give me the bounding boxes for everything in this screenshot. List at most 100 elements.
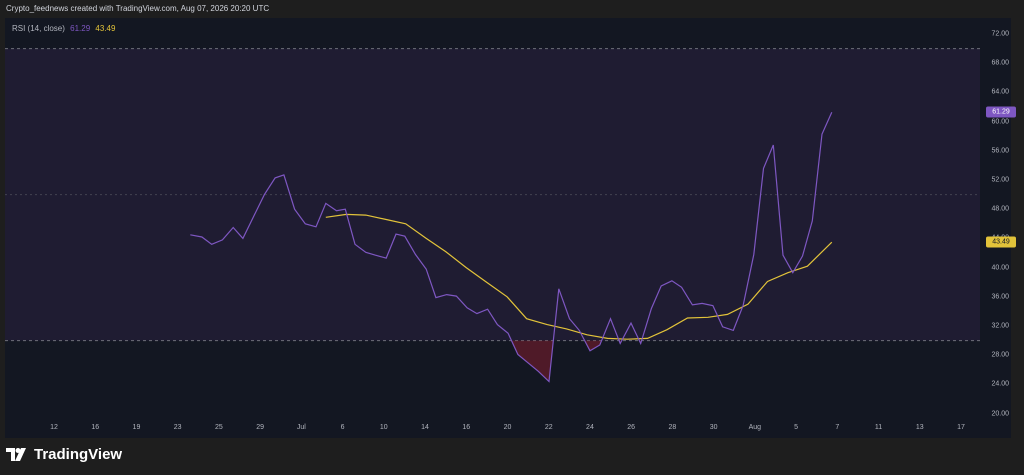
rsi-point bbox=[476, 312, 478, 314]
y-tick-label: 28.00 bbox=[991, 351, 1009, 359]
rsi-point bbox=[782, 254, 784, 256]
rsi-point bbox=[732, 329, 734, 331]
rsi-point bbox=[201, 236, 203, 238]
rsi-chart-panel[interactable]: RSI (14, close) 61.29 43.49 20.00 24.00 28… bbox=[5, 18, 1016, 438]
x-tick-label: Aug bbox=[748, 424, 762, 431]
rsi-point bbox=[283, 174, 285, 176]
rsi-point bbox=[691, 304, 693, 306]
rsi-point bbox=[425, 268, 427, 270]
y-tick-label: 48.00 bbox=[991, 205, 1009, 213]
rsi-point bbox=[414, 253, 416, 255]
rsi-point bbox=[599, 344, 601, 346]
rsi-point bbox=[404, 235, 406, 237]
y-tick-label: 68.00 bbox=[991, 59, 1009, 67]
ma-point bbox=[565, 328, 567, 330]
rsi-point bbox=[344, 208, 346, 210]
chart-attribution: Crypto_feednews created with TradingView… bbox=[6, 4, 270, 13]
ma-value-badge: 43.49 bbox=[986, 236, 1016, 248]
rsi-point bbox=[325, 202, 327, 204]
ma-point bbox=[766, 280, 768, 282]
rsi-point bbox=[354, 243, 356, 245]
rsi-point bbox=[263, 193, 265, 195]
rsi-point bbox=[721, 326, 723, 328]
legend-label: RSI (14, close) bbox=[12, 24, 65, 33]
rsi-point bbox=[801, 255, 803, 257]
rsi-point bbox=[446, 293, 448, 295]
rsi-point bbox=[712, 304, 714, 306]
ma-point bbox=[646, 337, 648, 339]
rsi-point bbox=[537, 370, 539, 372]
rsi-point bbox=[762, 167, 764, 169]
rsi-point bbox=[701, 302, 703, 304]
rsi-point bbox=[650, 307, 652, 309]
rsi-point bbox=[578, 329, 580, 331]
x-tick-label: 17 bbox=[957, 424, 965, 431]
y-tick-label: 60.00 bbox=[991, 118, 1009, 126]
footer: TradingView bbox=[6, 446, 122, 463]
x-tick-label: 14 bbox=[421, 424, 429, 431]
ma-point bbox=[586, 334, 588, 336]
x-tick-label: 12 bbox=[50, 424, 58, 431]
x-tick-label: 13 bbox=[915, 424, 924, 431]
y-tick-label: 52.00 bbox=[991, 176, 1009, 184]
x-tick-label: 26 bbox=[627, 424, 636, 431]
ma-point bbox=[506, 296, 508, 298]
ma-point bbox=[546, 323, 548, 325]
y-tick-label: 64.00 bbox=[991, 88, 1009, 96]
rsi-chart-svg[interactable] bbox=[5, 18, 1011, 438]
rsi-point bbox=[466, 307, 468, 309]
rsi-point bbox=[568, 318, 570, 320]
rsi-point bbox=[821, 133, 823, 135]
ma-point bbox=[831, 241, 833, 243]
rsi-point bbox=[374, 254, 376, 256]
x-tick-label: 20 bbox=[503, 424, 512, 431]
x-tick-label: 29 bbox=[256, 424, 265, 431]
ma-point bbox=[787, 272, 789, 274]
rsi-point bbox=[558, 288, 560, 290]
rsi-point bbox=[232, 226, 234, 228]
ma-point bbox=[465, 266, 467, 268]
ma-point bbox=[747, 303, 749, 305]
rsi-point bbox=[221, 239, 223, 241]
chart-legend: RSI (14, close) 61.29 43.49 bbox=[12, 24, 115, 33]
x-tick-label: 22 bbox=[544, 424, 553, 431]
rsi-point bbox=[660, 285, 662, 287]
rsi-point bbox=[496, 323, 498, 325]
rsi-point bbox=[640, 342, 642, 344]
rsi-point bbox=[609, 318, 611, 320]
rsi-point bbox=[189, 234, 191, 236]
y-tick-label: 72.00 bbox=[991, 30, 1009, 38]
rsi-point bbox=[486, 308, 488, 310]
rsi-point bbox=[671, 280, 673, 282]
rsi-point bbox=[252, 215, 254, 217]
ma-point bbox=[425, 237, 427, 239]
x-tick-label: 30 bbox=[709, 424, 718, 431]
rsi-point bbox=[589, 350, 591, 352]
ma-point bbox=[606, 337, 608, 339]
rsi-point bbox=[792, 272, 794, 274]
ma-point bbox=[345, 213, 347, 215]
rsi-point bbox=[435, 296, 437, 298]
ma-point bbox=[686, 317, 688, 319]
x-tick-label: 16 bbox=[462, 424, 471, 431]
x-tick-label: 23 bbox=[173, 424, 182, 431]
x-tick-label: 16 bbox=[91, 424, 100, 431]
ma-point bbox=[445, 250, 447, 252]
x-tick-label: 6 bbox=[340, 424, 345, 431]
rsi-point bbox=[335, 210, 337, 212]
legend-ma-value: 43.49 bbox=[95, 24, 116, 33]
ma-point bbox=[365, 214, 367, 216]
y-tick-label: 24.00 bbox=[991, 380, 1009, 388]
ma-point bbox=[525, 318, 527, 320]
rsi-point bbox=[630, 322, 632, 324]
rsi-point bbox=[753, 253, 755, 255]
rsi-point bbox=[242, 237, 244, 239]
y-tick-label: 20.00 bbox=[991, 410, 1009, 418]
x-tick-label: 25 bbox=[215, 424, 223, 431]
x-tick-label: 7 bbox=[835, 424, 840, 431]
rsi-point bbox=[274, 177, 276, 179]
x-tick-label: Jul bbox=[296, 424, 306, 431]
rsi-point bbox=[811, 220, 813, 222]
rsi-point bbox=[548, 380, 550, 382]
x-tick-label: 19 bbox=[132, 424, 141, 431]
